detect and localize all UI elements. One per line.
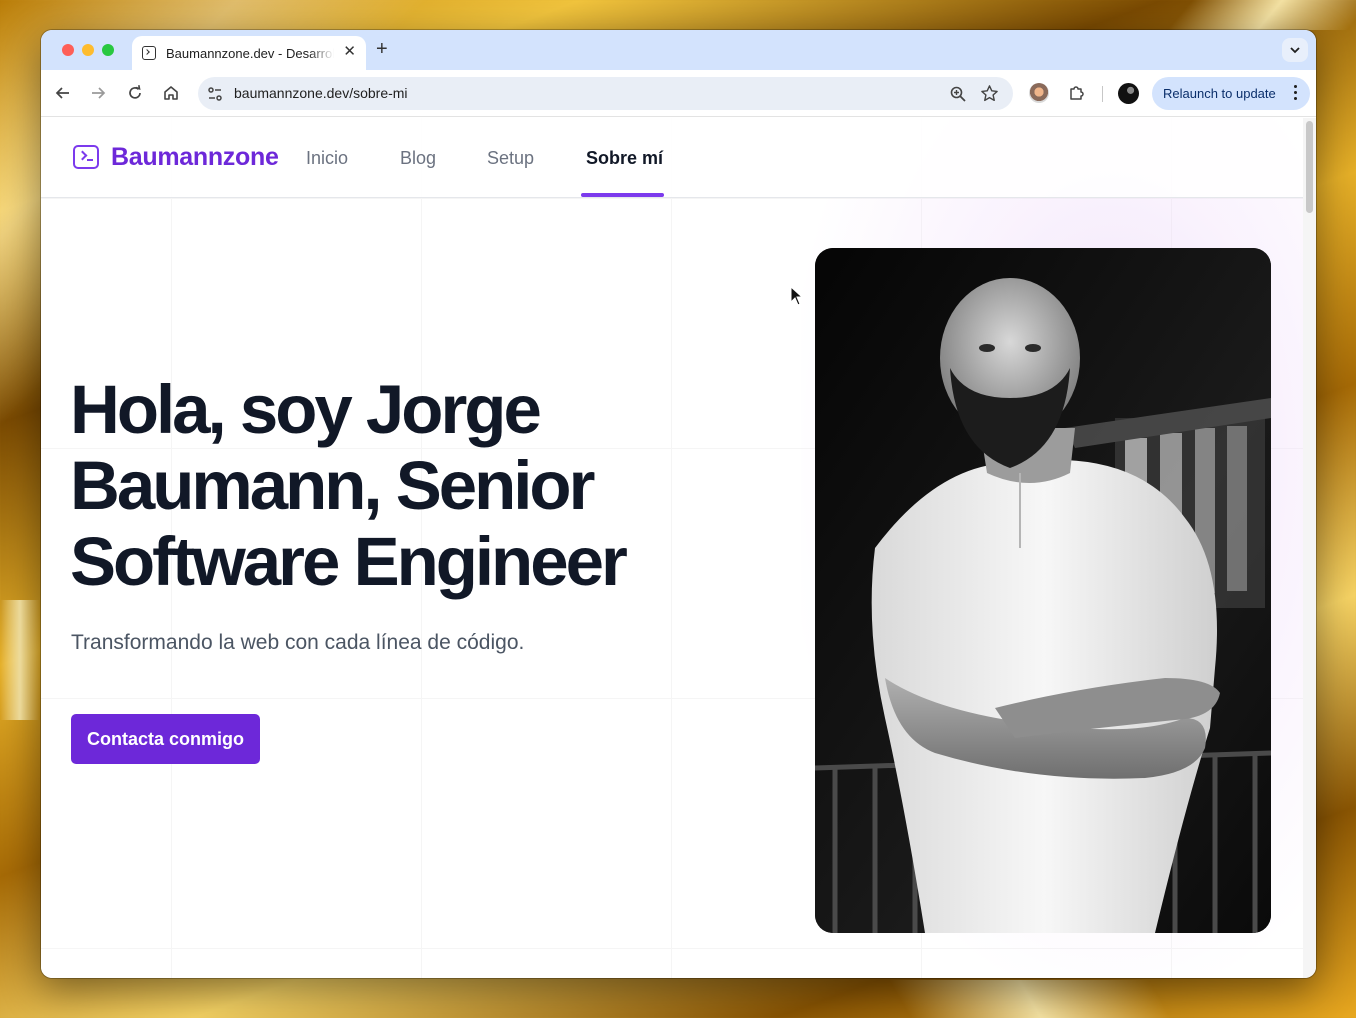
relaunch-label: Relaunch to update [1163,86,1276,101]
browser-tab[interactable]: Baumannzone.dev - Desarrollador ✕ [132,36,366,70]
hero-subtitle: Transformando la web con cada línea de c… [71,631,525,654]
contact-button[interactable]: Contacta conmigo [71,714,260,764]
new-tab-button[interactable]: + [376,38,388,60]
hero-title: Hola, soy Jorge Baumann, Senior Software… [70,371,628,600]
more-menu-icon[interactable] [1294,85,1298,103]
nav-item-setup[interactable]: Setup [487,148,534,169]
profile-photo [815,248,1271,933]
reload-icon [129,85,141,99]
browser-toolbar: baumannzone.dev/sobre-mi Relaunch to upd… [41,70,1316,117]
reload-button[interactable] [125,83,145,103]
relaunch-update-button[interactable]: Relaunch to update [1152,77,1310,110]
terminal-logo-icon[interactable] [73,145,99,169]
back-button[interactable] [53,83,73,103]
tab-search-button[interactable] [1282,38,1308,62]
portrait-photo-icon [815,248,1271,933]
home-button[interactable] [161,83,181,103]
forward-button[interactable] [88,83,108,103]
browser-window: Baumannzone.dev - Desarrollador ✕ + baum… [41,30,1316,978]
tab-title: Baumannzone.dev - Desarrollador [166,45,334,61]
desktop-wallpaper-streak [1167,0,1356,30]
minimize-window-button[interactable] [82,44,94,56]
desktop-wallpaper-streak [0,600,40,720]
page-scrollbar[interactable] [1303,118,1316,978]
maximize-window-button[interactable] [102,44,114,56]
home-icon [164,86,178,100]
zoom-icon[interactable] [949,85,967,103]
desktop-wallpaper-streak [889,980,1171,1018]
profile-avatar[interactable] [1118,83,1139,104]
nav-item-blog[interactable]: Blog [400,148,436,169]
bookmark-star-icon[interactable] [980,84,999,103]
address-bar[interactable]: baumannzone.dev/sobre-mi [198,77,1013,110]
scrollbar-thumb[interactable] [1306,121,1313,213]
extension-avatar-icon[interactable] [1029,83,1049,103]
mouse-cursor-icon [790,286,804,306]
chevron-down-icon [1290,47,1300,54]
site-settings-icon[interactable] [206,85,224,103]
terminal-favicon-icon [142,46,156,60]
close-window-button[interactable] [62,44,74,56]
arrow-right-icon [92,87,106,99]
url-text: baumannzone.dev/sobre-mi [234,85,408,101]
nav-item-inicio[interactable]: Inicio [306,148,348,169]
extensions-button[interactable] [1066,83,1086,103]
nav-item-sobre-mi[interactable]: Sobre mí [586,148,663,169]
site-header: Baumannzone Inicio Blog Setup Sobre mí [41,118,1303,198]
page-viewport: Baumannzone Inicio Blog Setup Sobre mí H… [41,118,1303,978]
tab-strip: Baumannzone.dev - Desarrollador ✕ + [41,30,1316,70]
toolbar-divider [1102,86,1103,102]
site-logo[interactable]: Baumannzone [111,143,279,172]
puzzle-icon [1070,86,1084,100]
nav-active-indicator [581,193,664,197]
tab-close-icon[interactable]: ✕ [343,44,356,60]
arrow-left-icon [55,87,69,99]
